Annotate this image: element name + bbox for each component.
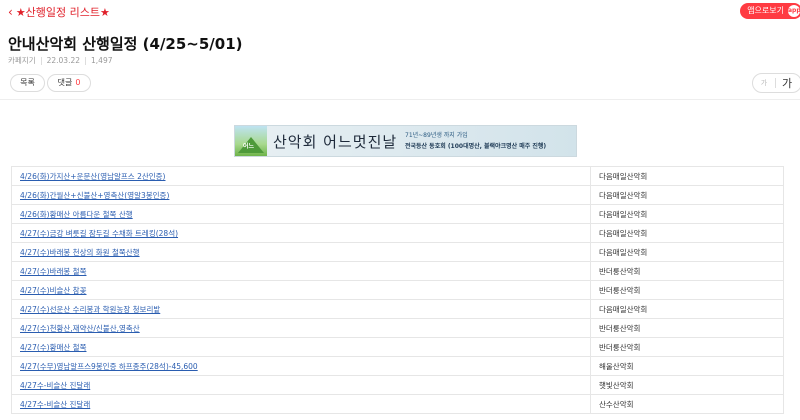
- table-row: 4/27수-비슬산 진달래 산수산악회: [11, 394, 784, 414]
- trip-cell: 4/27(수)바래봉 천상의 화원 철쭉산행: [11, 242, 591, 262]
- club-cell: 다음매일산악회: [590, 223, 784, 243]
- trip-link[interactable]: 4/26(화)간월산+신불산+영축산(영알3봉인증): [20, 191, 169, 200]
- trip-link[interactable]: 4/26(화)가지산+운문산(영남알프스 2산인증): [20, 172, 166, 181]
- table-row: 4/27(수무)영남알프스9봉인증 하프종주(28석)-45,600 해울산악회: [11, 356, 784, 376]
- post-date: 22.03.22: [46, 56, 81, 65]
- app-toggle-icon: app: [788, 5, 800, 17]
- trip-cell: 4/27(수)황매산 철쭉: [11, 337, 591, 357]
- trip-link[interactable]: 4/26(화)황매산 아름다운 철쭉 산행: [20, 210, 133, 219]
- list-button[interactable]: 목록: [10, 74, 45, 92]
- club-cell: 다음매일산악회: [590, 242, 784, 262]
- table-row: 4/26(화)가지산+운문산(영남알프스 2산인증) 다음매일산악회: [11, 166, 784, 186]
- trip-cell: 4/27수-비슬산 진달래: [11, 375, 591, 395]
- trip-cell: 4/26(화)황매산 아름다운 철쭉 산행: [11, 204, 591, 224]
- trip-cell: 4/27(수)비슬산 참꽃: [11, 280, 591, 300]
- club-cell: 다음매일산악회: [590, 299, 784, 319]
- trip-link[interactable]: 4/27(수)바래봉 철쭉: [20, 267, 86, 276]
- back-label: ★산행일정 리스트★: [15, 6, 110, 19]
- app-view-label: 앱으로보기: [747, 6, 784, 15]
- trip-link[interactable]: 4/27(수)천황산,재약산/신불산,영축산: [20, 324, 140, 333]
- banner-club-info: 전국등산 동호회 (100대명산, 블랙야크명산 매주 진행): [405, 143, 547, 150]
- trip-link[interactable]: 4/27(수)선운산 수리봉과 학원농장 청보리밭: [20, 305, 160, 314]
- logo-text: 어느: [243, 143, 255, 150]
- club-cell: 다음매일산악회: [590, 185, 784, 205]
- table-row: 4/27(수)금강 벼룻길 잠두길 수채화 트레킹(28석) 다음매일산악회: [11, 223, 784, 243]
- trip-cell: 4/26(화)가지산+운문산(영남알프스 2산인증): [11, 166, 591, 186]
- trip-cell: 4/27(수)천황산,재약산/신불산,영축산: [11, 318, 591, 338]
- club-cell: 반더룽산악회: [590, 280, 784, 300]
- club-cell: 산수산악회: [590, 394, 784, 414]
- list-button-label: 목록: [20, 78, 35, 87]
- club-cell: 반더룽산악회: [590, 261, 784, 281]
- trip-cell: 4/27수-비슬산 진달래: [11, 394, 591, 414]
- trip-link[interactable]: 4/27(수)금강 벼룻길 잠두길 수채화 트레킹(28석): [20, 229, 178, 238]
- font-smaller-button[interactable]: 가: [753, 78, 775, 88]
- post-meta: 카페지기 22.03.22 1,497: [8, 55, 113, 66]
- table-row: 4/26(화)황매산 아름다운 철쭉 산행 다음매일산악회: [11, 204, 784, 224]
- trip-cell: 4/26(화)간월산+신불산+영축산(영알3봉인증): [11, 185, 591, 205]
- trip-link[interactable]: 4/27수-비슬산 진달래: [20, 400, 90, 409]
- trip-link[interactable]: 4/27수-비슬산 진달래: [20, 381, 90, 390]
- club-cell: 다음매일산악회: [590, 166, 784, 186]
- trip-cell: 4/27(수무)영남알프스9봉인증 하프종주(28석)-45,600: [11, 356, 591, 376]
- top-bar: ‹ ★산행일정 리스트★ 앱으로보기 app: [0, 0, 800, 22]
- header-divider: [0, 99, 800, 100]
- club-cell: 해울산악회: [590, 356, 784, 376]
- trip-link[interactable]: 4/27(수무)영남알프스9봉인증 하프종주(28석)-45,600: [20, 362, 198, 371]
- club-banner-image[interactable]: 어느 산악회 어느멋진날 71년~89년생 까지 가입 전국등산 동호회 (10…: [234, 125, 577, 157]
- chevron-left-icon: ‹: [8, 5, 13, 19]
- view-count: 1,497: [91, 56, 113, 65]
- trip-link[interactable]: 4/27(수)황매산 철쭉: [20, 343, 86, 352]
- club-cell: 반더룽산악회: [590, 337, 784, 357]
- font-larger-button[interactable]: 가: [776, 75, 798, 91]
- table-row: 4/27(수)바래봉 철쭉 반더룽산악회: [11, 261, 784, 281]
- comment-button-label: 댓글: [57, 78, 73, 87]
- table-row: 4/27(수)비슬산 참꽃 반더룽산악회: [11, 280, 784, 300]
- club-logo: 어느: [235, 126, 267, 156]
- page-title: 안내산악회 산행일정 (4/25~5/01): [8, 35, 243, 53]
- author-name[interactable]: 카페지기: [8, 55, 36, 66]
- font-size-control: 가 가: [752, 73, 800, 93]
- club-cell: 반더룽산악회: [590, 318, 784, 338]
- table-row: 4/27(수)바래봉 천상의 화원 철쭉산행 다음매일산악회: [11, 242, 784, 262]
- club-cell: 다음매일산악회: [590, 204, 784, 224]
- meta-divider: [85, 56, 87, 65]
- trip-cell: 4/27(수)바래봉 철쭉: [11, 261, 591, 281]
- table-row: 4/26(화)간월산+신불산+영축산(영알3봉인증) 다음매일산악회: [11, 185, 784, 205]
- table-row: 4/27수-비슬산 진달래 햇빛산악회: [11, 375, 784, 395]
- banner-age-info: 71년~89년생 까지 가입: [405, 132, 468, 139]
- club-cell: 햇빛산악회: [590, 375, 784, 395]
- table-row: 4/27(수)황매산 철쭉 반더룽산악회: [11, 337, 784, 357]
- schedule-table: 4/26(화)가지산+운문산(영남알프스 2산인증) 다음매일산악회 4/26(화)…: [11, 166, 784, 414]
- back-to-list-link[interactable]: ‹ ★산행일정 리스트★: [8, 4, 110, 20]
- table-row: 4/27(수)선운산 수리봉과 학원농장 청보리밭 다음매일산악회: [11, 299, 784, 319]
- comment-button[interactable]: 댓글 0: [47, 74, 91, 92]
- table-row: 4/27(수)천황산,재약산/신불산,영축산 반더룽산악회: [11, 318, 784, 338]
- trip-link[interactable]: 4/27(수)바래봉 천상의 화원 철쭉산행: [20, 248, 140, 257]
- trip-cell: 4/27(수)선운산 수리봉과 학원농장 청보리밭: [11, 299, 591, 319]
- trip-link[interactable]: 4/27(수)비슬산 참꽃: [20, 286, 86, 295]
- trip-cell: 4/27(수)금강 벼룻길 잠두길 수채화 트레킹(28석): [11, 223, 591, 243]
- meta-divider: [40, 56, 42, 65]
- banner-slogan: 산악회 어느멋진날: [273, 133, 398, 151]
- comment-count: 0: [75, 78, 81, 87]
- app-view-button[interactable]: 앱으로보기 app: [740, 3, 800, 19]
